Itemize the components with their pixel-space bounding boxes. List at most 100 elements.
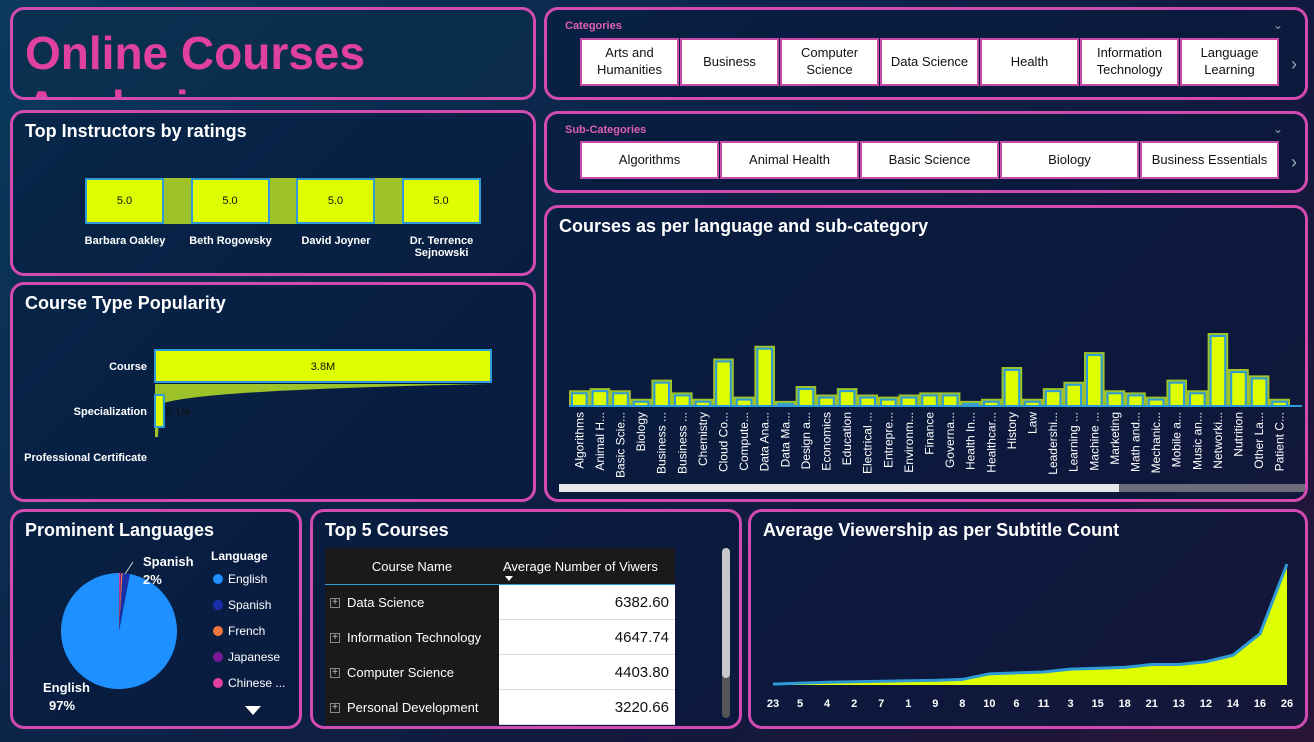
subcategories-label: Sub-Categories [565,124,647,136]
subcategory-bar[interactable] [1189,392,1206,407]
legend-label: French [228,624,266,638]
legend-item-french[interactable]: French [213,624,265,638]
subcategory-tick-label: Patient C... [1273,412,1287,471]
column-header-course-name[interactable]: Course Name [325,548,499,584]
subcategory-bar[interactable] [1044,390,1062,408]
subcategory-tile-basic-science[interactable]: Basic Science [860,141,999,179]
legend-label: Spanish [228,598,272,612]
x-tick-label: 16 [1254,698,1266,710]
subcategory-bar[interactable] [818,396,835,407]
subcategory-bar[interactable] [1127,394,1144,407]
avg-viewers-cell: 3220.66 [499,690,675,725]
subcategory-bar[interactable] [1086,354,1103,408]
expand-plus-icon[interactable]: + [330,597,340,608]
expand-plus-icon[interactable]: + [330,702,340,713]
course-name-text: Information Technology [347,630,482,645]
subcategory-bar[interactable] [941,394,959,407]
sort-desc-icon[interactable] [505,576,513,581]
subcategory-bar[interactable] [1003,368,1021,407]
category-tile-arts-and-humanities[interactable]: Arts and Humanities [580,38,679,86]
subcategory-bar[interactable] [1106,392,1124,407]
pie-slice-english[interactable] [60,573,177,689]
instructor-name: Barbara Oakley [84,235,166,247]
subcategory-tick-label: Other La... [1252,412,1266,469]
table-row[interactable]: + Personal Development 3220.66 [325,690,675,725]
subcategory-tick-label: Algorithms [572,412,586,469]
scrollbar-thumb[interactable] [722,548,730,678]
subcategory-bar[interactable] [571,392,588,407]
x-tick-label: 12 [1200,698,1212,710]
instructor-rating-bar[interactable]: 5.0 [296,178,375,224]
subcategory-tick-label: Marketing [1108,412,1122,465]
subcategory-bar[interactable] [859,396,876,407]
subcategory-bar[interactable] [1230,371,1247,407]
subcategory-bar[interactable] [1168,381,1186,408]
subcategory-tick-label: Mobile a... [1170,412,1184,467]
category-tile-information-technology[interactable]: Information Technology [1080,38,1179,86]
subcategory-bar[interactable] [653,381,671,408]
legend-item-spanish[interactable]: Spanish [213,598,271,612]
chevron-down-icon[interactable]: ⌄ [1273,18,1283,32]
chevron-right-icon[interactable]: › [1291,152,1297,173]
table-row[interactable]: + Data Science 6382.60 [325,585,675,620]
horizontal-scrollbar[interactable] [559,484,1305,492]
category-tile-health[interactable]: Health [980,38,1079,86]
course-name-cell: + Data Science [325,585,499,620]
subcategory-tick-label: Animal H... [593,412,607,471]
x-tick-label: 11 [1038,698,1050,710]
subcategory-tick-label: Data Ana... [758,412,772,471]
subcategory-bar[interactable] [1209,335,1227,407]
subcategory-bar[interactable] [1250,377,1268,407]
subcategory-bar[interactable] [612,392,629,407]
page-title: Online Courses Analysis [25,27,365,97]
course-type-panel: Course Type Popularity Course 3.8M Special… [10,282,536,502]
vertical-scrollbar[interactable] [722,548,730,718]
legend-swatch [213,626,223,636]
column-header-avg-viewers[interactable]: Average Number of Viwers [503,548,675,584]
x-tick-label: 1 [905,698,911,710]
table-row[interactable]: + Computer Science 4403.80 [325,655,675,690]
subcategory-bar[interactable] [756,347,773,407]
instructor-rating-bar[interactable]: 5.0 [85,178,164,224]
subcategory-tile-biology[interactable]: Biology [1000,141,1139,179]
category-tile-computer-science[interactable]: Computer Science [780,38,879,86]
category-tile-data-science[interactable]: Data Science [880,38,979,86]
subcategory-tile-business-essentials[interactable]: Business Essentials [1140,141,1279,179]
expand-plus-icon[interactable]: + [330,632,340,643]
subcategory-bar[interactable] [674,394,691,407]
instructor-rating-bar[interactable]: 5.0 [190,178,270,224]
legend-item-chinese[interactable]: Chinese ... [213,676,285,690]
legend-item-english[interactable]: English [213,572,267,586]
instructor-rating-bar[interactable]: 5.0 [401,178,481,224]
top-courses-panel: Top 5 Courses Course Name Average Number… [310,509,742,729]
legend-item-japanese[interactable]: Japanese [213,650,280,664]
subcategory-bar[interactable] [1065,383,1083,407]
subcategory-bar[interactable] [797,388,815,407]
subcategory-tile-animal-health[interactable]: Animal Health [720,141,859,179]
course-type-bar[interactable] [154,394,165,428]
subcategory-tick-label: Chemistry [696,412,710,466]
category-tile-language-learning[interactable]: Language Learning [1180,38,1279,86]
subcategory-bar[interactable] [921,394,938,407]
x-tick-label: 6 [1013,698,1019,710]
subcategory-tile-algorithms[interactable]: Algorithms [580,141,719,179]
chevron-right-icon[interactable]: › [1291,54,1297,75]
subcategory-bar[interactable] [838,390,856,408]
subcategory-bar[interactable] [900,396,918,407]
subcategory-bar[interactable] [715,360,732,407]
x-tick-label: 4 [824,698,831,710]
instructor-name: David Joyner [301,235,371,247]
course-type-label: Professional Certificate [24,452,147,464]
x-tick-label: 7 [878,698,884,710]
chevron-down-icon[interactable]: ⌄ [1273,122,1283,136]
subcategory-tick-label: Cloud Co... [717,412,731,472]
expand-plus-icon[interactable]: + [330,667,340,678]
category-tile-business[interactable]: Business [680,38,779,86]
subcategory-bar[interactable] [591,390,609,408]
scrollbar-thumb[interactable] [559,484,1119,492]
course-name-cell: + Information Technology [325,620,499,655]
viewership-chart: 23 5 4 2 7 1 9 8 10 6 11 3 15 18 21 13 12 14 16 26 [767,563,1293,710]
legend-scroll-down-icon[interactable] [245,706,261,715]
legend-label: Chinese ... [228,676,286,690]
table-row[interactable]: + Information Technology 4647.74 [325,620,675,655]
